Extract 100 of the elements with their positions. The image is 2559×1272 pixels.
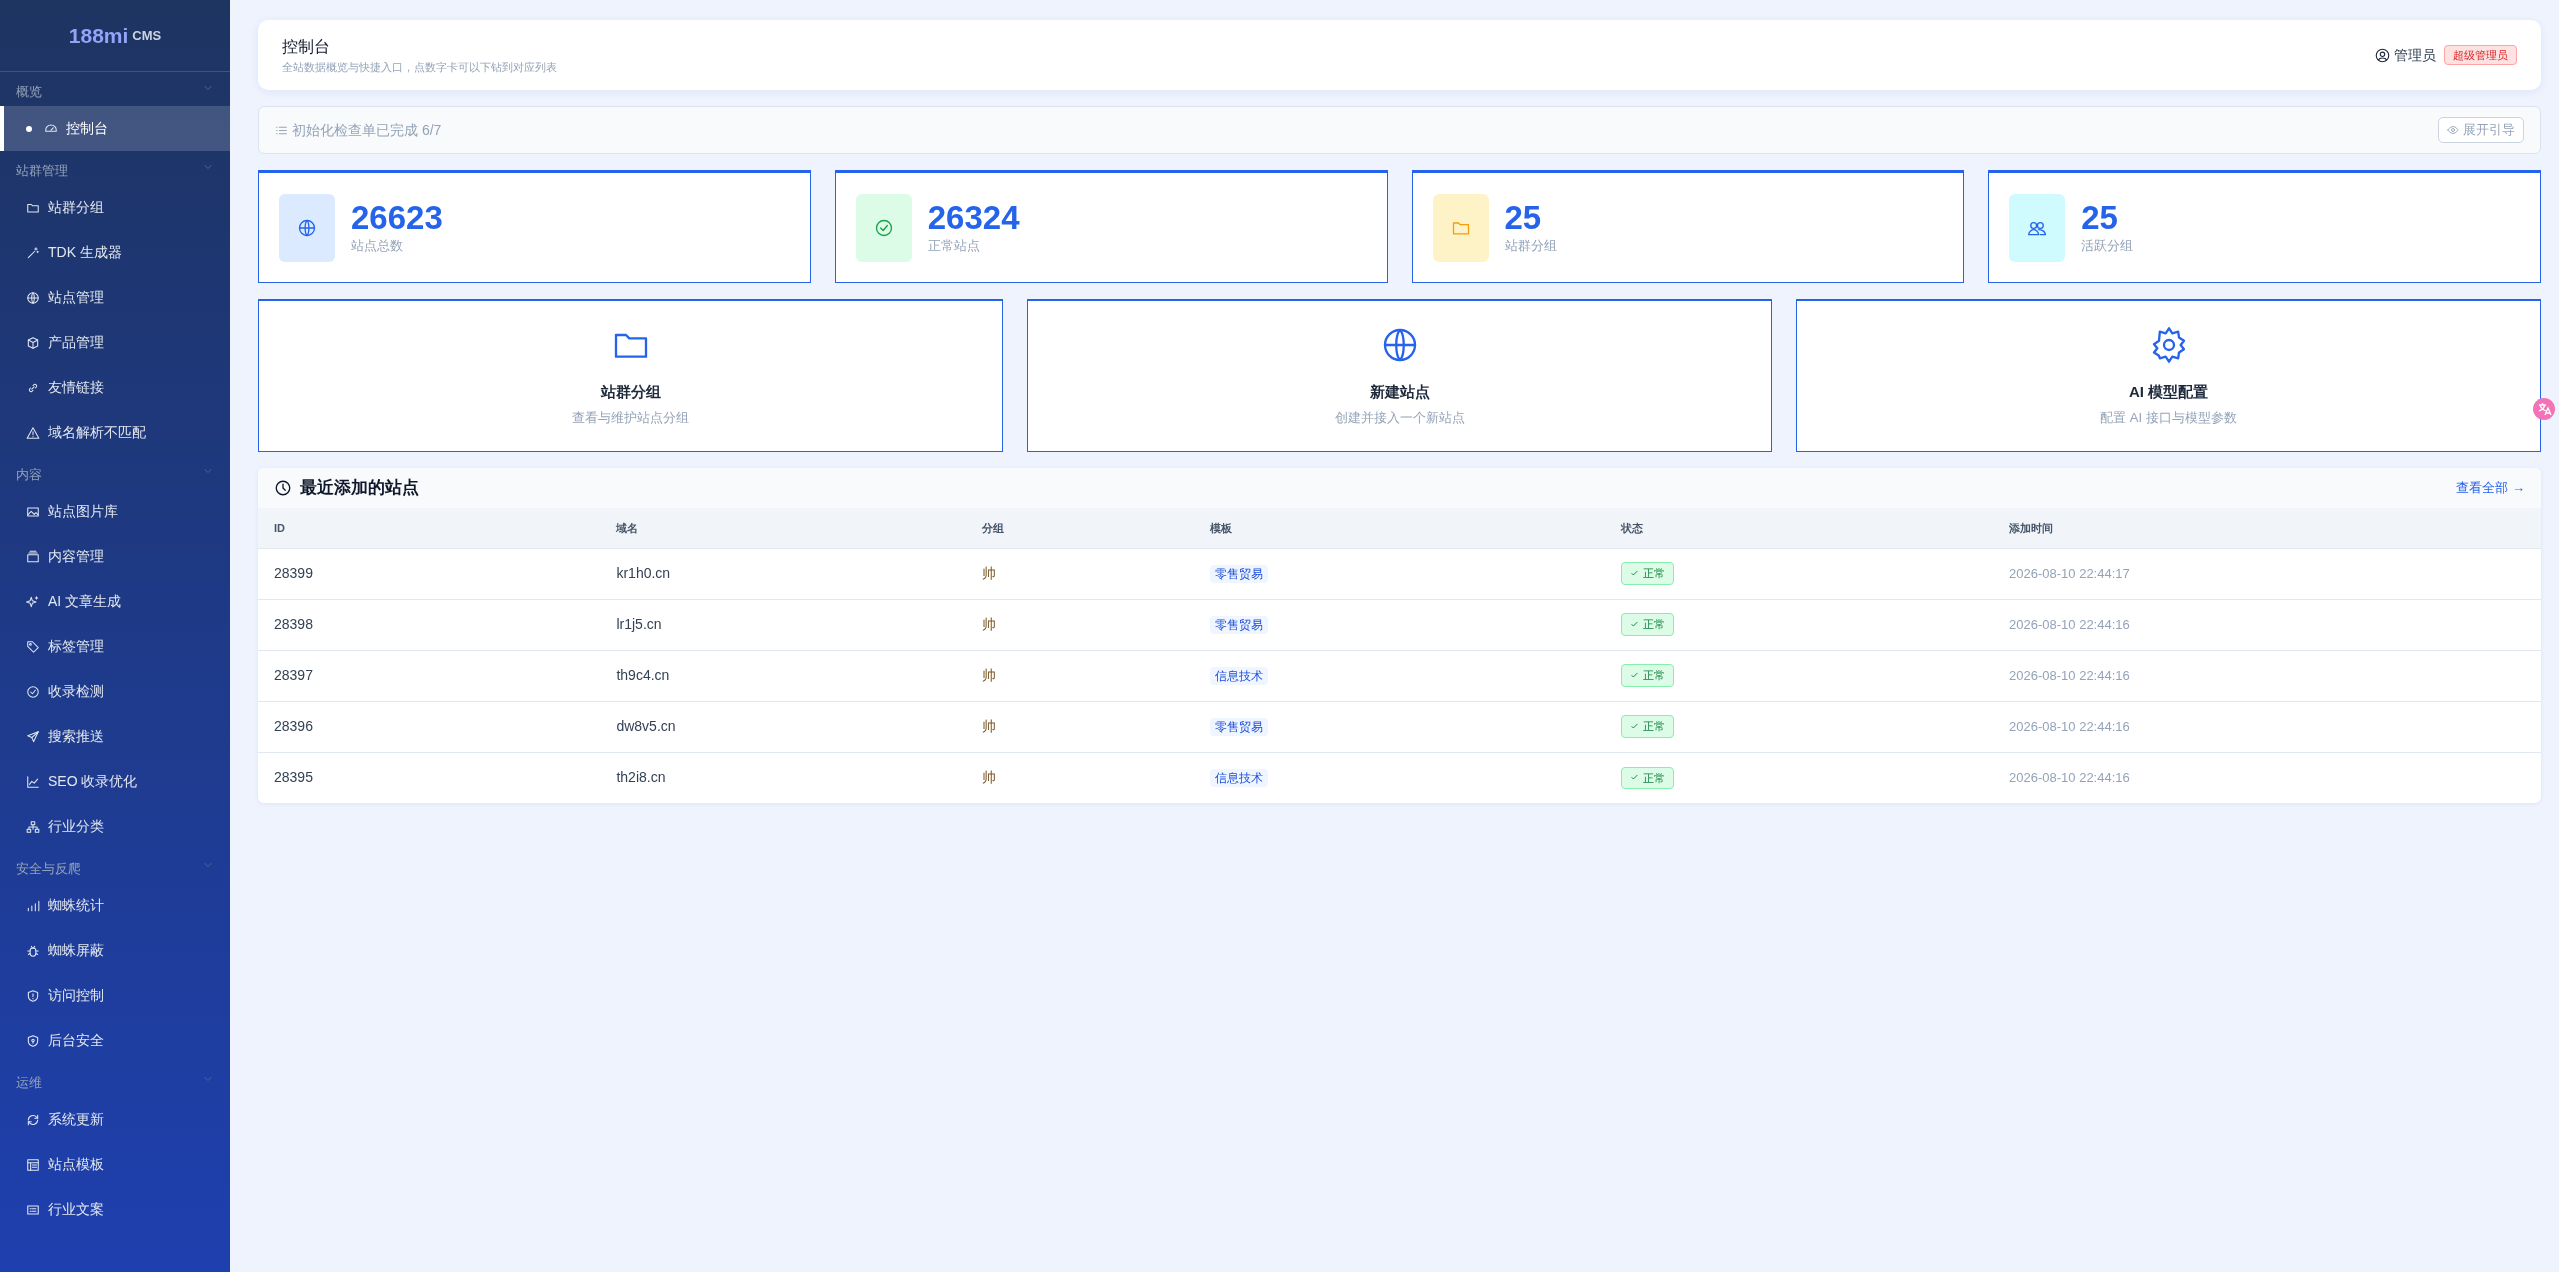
- sparkle-icon: [26, 594, 40, 609]
- view-all-link[interactable]: 查看全部 →: [2456, 478, 2525, 498]
- status-badge: 正常: [1620, 562, 1674, 585]
- stat-value: 25: [1504, 199, 1543, 236]
- shortcut-description: 查看与维护站点分组: [572, 408, 689, 427]
- table-cell: kr1h0.cn: [600, 548, 966, 599]
- shortcut-description: 配置 AI 接口与模型参数: [2100, 408, 2237, 427]
- table-cell: 帅: [965, 701, 1194, 752]
- box-icon: [26, 335, 40, 350]
- template-tag: 信息技术: [1210, 769, 1268, 788]
- check-icon: [1629, 620, 1639, 629]
- checklist-status: 初始化检查单已完成 6/7: [292, 120, 442, 140]
- stat-label: 正常站点: [927, 236, 981, 255]
- column-header: ID: [258, 508, 601, 548]
- shield-lock-icon: [26, 1033, 40, 1048]
- shortcut-description: 创建并接入一个新站点: [1334, 408, 1465, 427]
- stat-card[interactable]: 25 站群分组: [1411, 170, 1965, 283]
- table-cell: th2i8.cn: [600, 752, 966, 803]
- template-tag: 零售贸易: [1210, 616, 1268, 634]
- check-icon: [1629, 569, 1639, 578]
- sidebar-item[interactable]: 行业文案: [0, 1187, 230, 1232]
- bug-icon: [26, 943, 40, 958]
- stat-value: 26324: [927, 199, 1020, 236]
- role-badge: 超级管理员: [2444, 44, 2517, 66]
- clock-icon: [274, 479, 292, 497]
- bar-chart-icon: [26, 898, 40, 913]
- table-icon: [26, 1157, 40, 1172]
- section-title: 最近添加的站点: [300, 477, 419, 500]
- section-title: 站群管理: [16, 162, 68, 180]
- refresh-icon: [26, 1112, 40, 1127]
- card-list-icon: [26, 1202, 40, 1217]
- sidebar-item[interactable]: 访问控制: [0, 973, 230, 1018]
- column-header: 域名: [600, 508, 966, 548]
- shortcut-card[interactable]: 新建站点 创建并接入一个新站点: [1027, 299, 1772, 452]
- column-header: 模板: [1194, 508, 1605, 548]
- column-header: 状态: [1604, 508, 1994, 548]
- warning-icon: [26, 425, 40, 440]
- table-cell: 28396: [258, 701, 601, 752]
- stat-card[interactable]: 26324 正常站点: [834, 170, 1388, 283]
- sidebar-item[interactable]: SEO 收录优化: [0, 759, 230, 804]
- magic-wand-icon: [26, 245, 40, 260]
- sidebar-item[interactable]: 站点图片库: [0, 489, 230, 534]
- user-icon[interactable]: [2375, 47, 2390, 63]
- user-name: 管理员: [2394, 45, 2436, 65]
- sidebar-item[interactable]: 后台安全: [0, 1018, 230, 1063]
- shortcut-title: AI 模型配置: [2128, 382, 2209, 402]
- shortcut-card[interactable]: 站群分组 查看与维护站点分组: [258, 299, 1003, 452]
- table-cell: 2026-08-10 22:44:17: [1993, 548, 2541, 599]
- sidebar-item[interactable]: 域名解析不匹配: [0, 410, 230, 455]
- send-icon: [26, 729, 40, 744]
- section-title: 内容: [16, 466, 42, 484]
- sidebar-item[interactable]: 蜘蛛统计: [0, 883, 230, 928]
- stat-label: 活跃分组: [2081, 236, 2134, 255]
- template-tag: 零售贸易: [1210, 718, 1268, 736]
- table-cell: lr1j5.cn: [600, 599, 966, 650]
- sidebar-item[interactable]: 友情链接: [0, 365, 230, 410]
- stat-value: 26623: [351, 199, 443, 236]
- sidebar-item[interactable]: 标签管理: [0, 624, 230, 669]
- template-tag: 零售贸易: [1210, 565, 1268, 583]
- sidebar-item[interactable]: 行业分类: [0, 804, 230, 849]
- sidebar-item[interactable]: 站点模板: [0, 1142, 230, 1187]
- sidebar-item[interactable]: 蜘蛛屏蔽: [0, 928, 230, 973]
- template-tag: 信息技术: [1210, 667, 1268, 685]
- sidebar-item[interactable]: TDK 生成器: [0, 230, 230, 275]
- sidebar-item[interactable]: 内容管理: [0, 534, 230, 579]
- table-cell: 2026-08-10 22:44:16: [1993, 752, 2541, 803]
- column-header: 分组: [965, 508, 1194, 548]
- sidebar-item[interactable]: 站点管理: [0, 275, 230, 320]
- eye-icon: [2447, 124, 2459, 136]
- stack-icon: [26, 549, 40, 564]
- tag-icon: [26, 639, 40, 654]
- table-cell: 2026-08-10 22:44:16: [1993, 701, 2541, 752]
- table-cell: 帅: [965, 752, 1194, 803]
- check-icon: [1629, 671, 1639, 680]
- table-cell: 28397: [258, 650, 601, 701]
- table-cell: 28395: [258, 752, 601, 803]
- sidebar-item[interactable]: 系统更新: [0, 1097, 230, 1142]
- table-cell: th9c4.cn: [600, 650, 966, 701]
- status-badge: 正常: [1620, 766, 1674, 789]
- table-cell: dw8v5.cn: [600, 701, 966, 752]
- sidebar-item[interactable]: 收录检测: [0, 669, 230, 714]
- shortcut-title: 站群分组: [600, 382, 661, 402]
- sidebar-item[interactable]: 搜索推送: [0, 714, 230, 759]
- stat-label: 站群分组: [1504, 236, 1557, 255]
- table-cell: 帅: [965, 599, 1194, 650]
- stat-card[interactable]: 25 活跃分组: [1988, 170, 2541, 283]
- check-circle-icon: [26, 684, 40, 699]
- sidebar-item[interactable]: 控制台: [0, 106, 230, 151]
- translate-icon[interactable]: [2533, 398, 2555, 420]
- status-badge: 正常: [1620, 613, 1674, 636]
- sidebar-item[interactable]: AI 文章生成: [0, 579, 230, 624]
- sidebar-item[interactable]: 站群分组: [0, 185, 230, 230]
- sidebar-item[interactable]: 产品管理: [0, 320, 230, 365]
- stat-card[interactable]: 26623 站点总数: [258, 170, 811, 283]
- shortcut-card[interactable]: AI 模型配置 配置 AI 接口与模型参数: [1796, 299, 2541, 452]
- status-badge: 正常: [1620, 715, 1674, 738]
- table-cell: 2026-08-10 22:44:16: [1993, 599, 2541, 650]
- stat-label: 站点总数: [351, 236, 404, 255]
- section-title: 概览: [16, 83, 42, 101]
- page-title: 控制台: [282, 36, 331, 57]
